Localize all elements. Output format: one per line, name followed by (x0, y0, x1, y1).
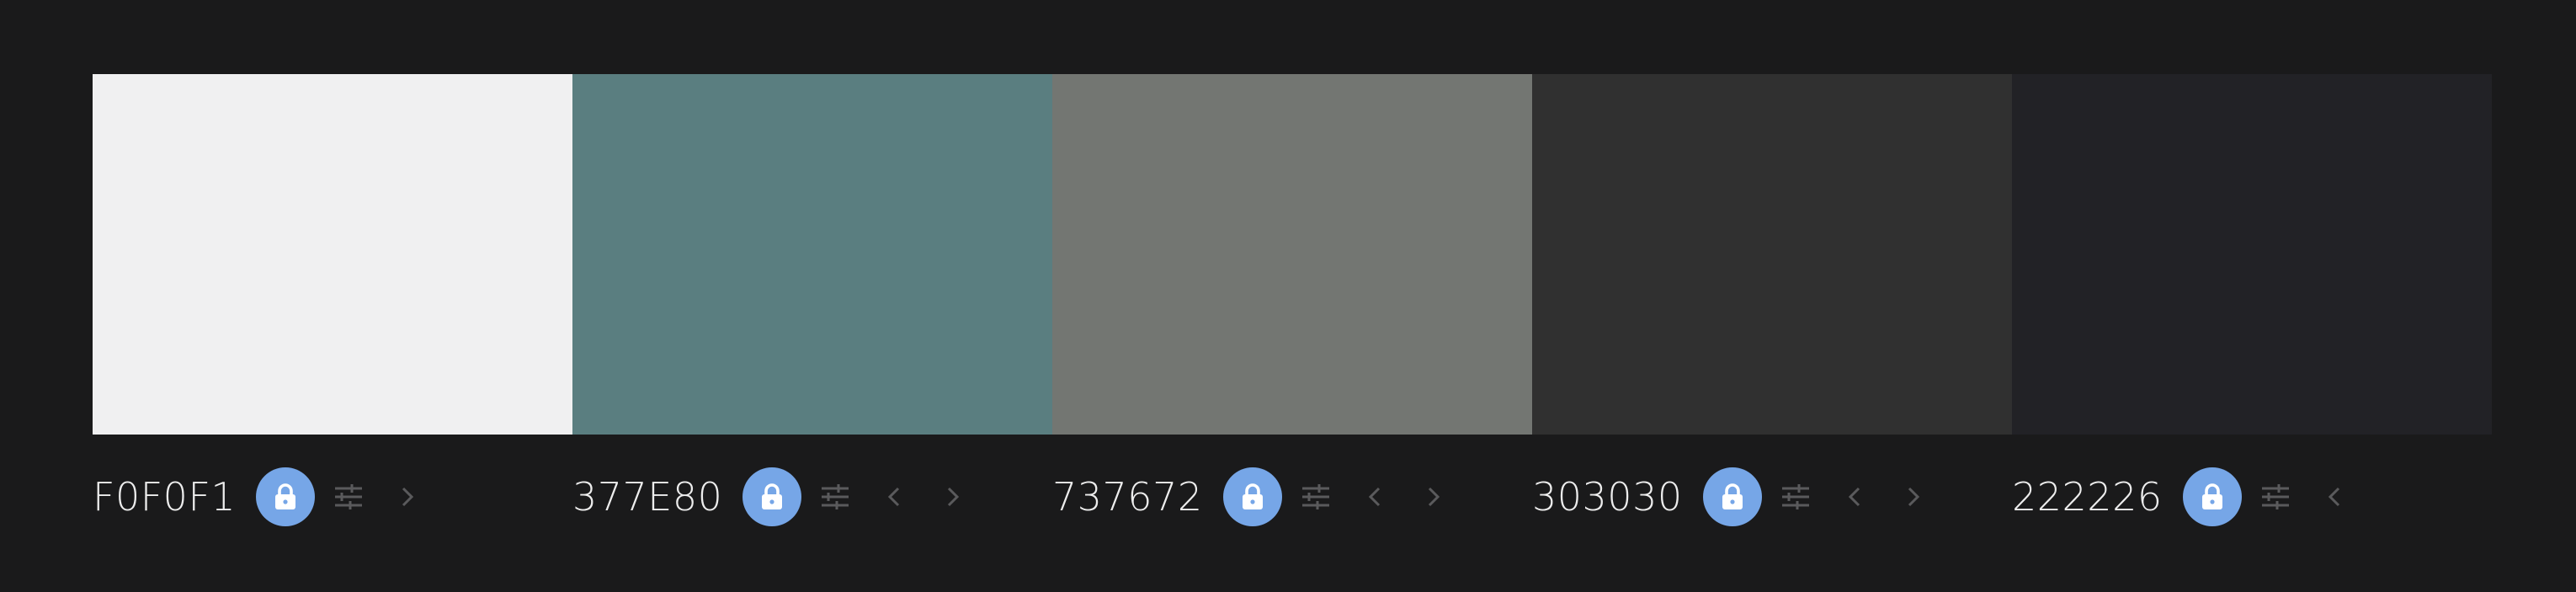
lock-icon (762, 483, 783, 509)
swatch-controls-row: F0F0F1 377E80 737672 303030 222226 (93, 467, 2492, 527)
chevron-right-icon (402, 487, 414, 507)
lock-icon (2201, 483, 2222, 509)
adjust-button[interactable] (817, 478, 854, 515)
swatch-controls-2: 377E80 (572, 467, 1052, 527)
move-left-button[interactable] (877, 478, 911, 515)
swatch-controls-3: 737672 (1052, 467, 1532, 527)
color-swatch-3[interactable] (1052, 74, 1532, 435)
sliders-icon (2261, 484, 2289, 509)
move-left-button[interactable] (1838, 478, 1871, 515)
color-palette: F0F0F1 377E80 737672 303030 222226 (93, 74, 2492, 527)
hex-code-label[interactable]: F0F0F1 (93, 474, 236, 520)
swatch-controls-5: 222226 (2012, 467, 2492, 527)
lock-icon (1722, 483, 1743, 509)
chevron-left-icon (888, 487, 900, 507)
move-right-button[interactable] (391, 478, 424, 515)
move-left-button[interactable] (2318, 478, 2351, 515)
chevron-left-icon (1368, 487, 1380, 507)
lock-button[interactable] (1702, 467, 1762, 526)
sliders-icon (1781, 484, 1809, 509)
hex-code-label[interactable]: 222226 (2012, 474, 2163, 520)
lock-button[interactable] (1222, 467, 1282, 526)
lock-icon (1242, 483, 1263, 509)
chevron-right-icon (1428, 487, 1440, 507)
chevron-left-icon (1848, 487, 1860, 507)
color-swatch-1[interactable] (93, 74, 572, 435)
adjust-button[interactable] (1297, 478, 1334, 515)
lock-icon (275, 483, 296, 509)
sliders-icon (822, 484, 849, 509)
lock-button[interactable] (2182, 467, 2242, 526)
swatch-row (93, 74, 2492, 435)
adjust-button[interactable] (1777, 478, 1814, 515)
sliders-icon (1301, 484, 1329, 509)
sliders-icon (335, 484, 363, 509)
move-left-button[interactable] (1358, 478, 1392, 515)
chevron-right-icon (1908, 487, 1919, 507)
color-swatch-4[interactable] (1532, 74, 2012, 435)
adjust-button[interactable] (330, 478, 367, 515)
swatch-controls-4: 303030 (1532, 467, 2012, 527)
hex-code-label[interactable]: 737672 (1052, 474, 1203, 520)
lock-button[interactable] (256, 467, 316, 526)
chevron-right-icon (948, 487, 960, 507)
color-swatch-5[interactable] (2012, 74, 2492, 435)
move-right-button[interactable] (936, 478, 970, 515)
move-right-button[interactable] (1417, 478, 1450, 515)
adjust-button[interactable] (2257, 478, 2294, 515)
move-right-button[interactable] (1897, 478, 1930, 515)
swatch-controls-1: F0F0F1 (93, 467, 572, 527)
hex-code-label[interactable]: 303030 (1532, 474, 1683, 520)
lock-button[interactable] (742, 467, 802, 526)
hex-code-label[interactable]: 377E80 (572, 474, 722, 520)
chevron-left-icon (2328, 487, 2339, 507)
color-swatch-2[interactable] (572, 74, 1052, 435)
